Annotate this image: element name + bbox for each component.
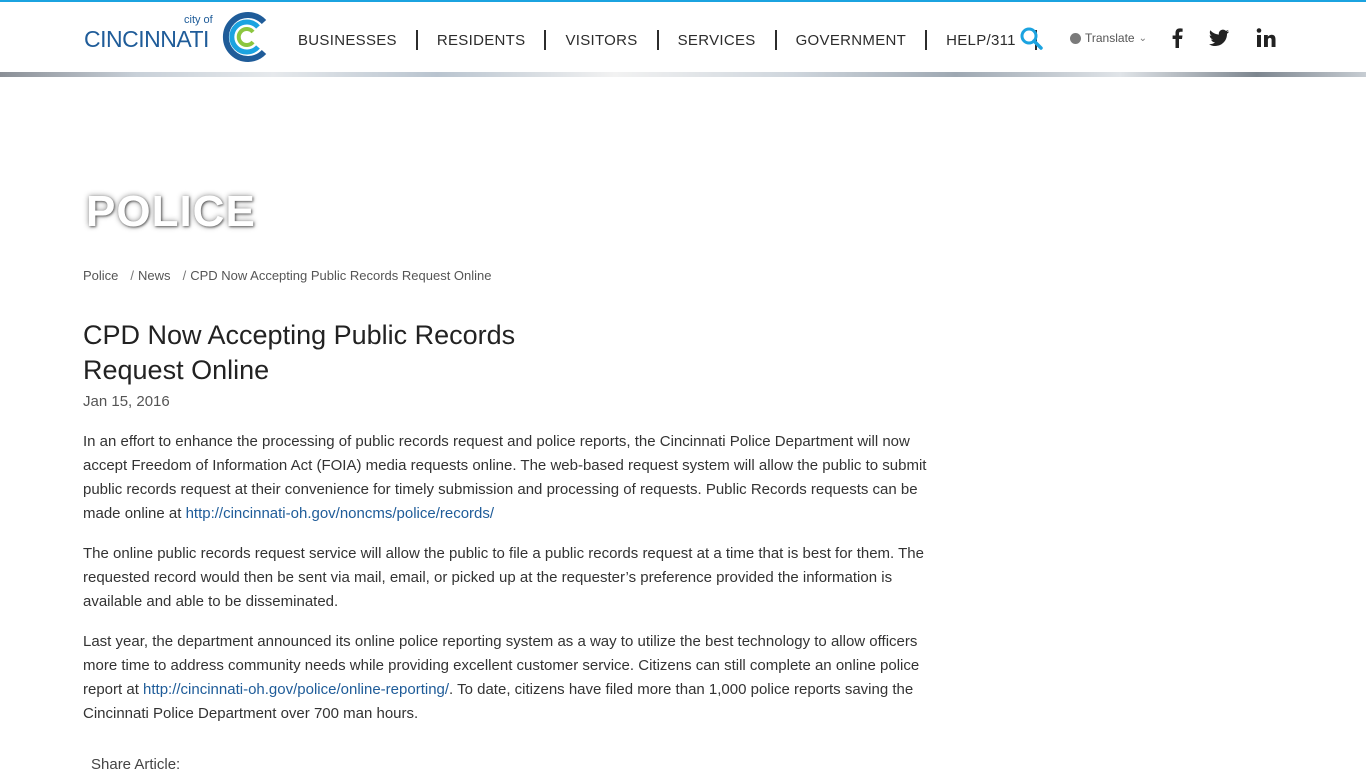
- nav-divider: [415, 30, 418, 50]
- nav-businesses[interactable]: BUSINESSES: [298, 32, 397, 49]
- facebook-icon[interactable]: [1166, 26, 1190, 50]
- main-nav: BUSINESSES RESIDENTS VISITORS SERVICES G…: [298, 28, 1056, 52]
- globe-icon: [1070, 32, 1081, 44]
- search-icon[interactable]: [1019, 26, 1043, 50]
- translate-label: Translate: [1085, 31, 1135, 45]
- article-date: Jan 15, 2016: [83, 393, 170, 410]
- linkedin-icon[interactable]: [1254, 26, 1278, 50]
- page-title: POLICE: [86, 187, 256, 237]
- records-link[interactable]: http://cincinnati-oh.gov/noncms/police/r…: [186, 505, 495, 522]
- nav-residents[interactable]: RESIDENTS: [437, 32, 526, 49]
- breadcrumb: Police / News / CPD Now Accepting Public…: [83, 268, 492, 283]
- nav-help-311[interactable]: HELP/311: [946, 32, 1016, 49]
- nav-visitors[interactable]: VISITORS: [565, 32, 637, 49]
- nav-government[interactable]: GOVERNMENT: [796, 32, 907, 49]
- logo-c-icon: [222, 12, 267, 62]
- translate-dropdown[interactable]: Translate ⌄: [1070, 31, 1147, 45]
- chevron-down-icon: ⌄: [1138, 32, 1147, 44]
- breadcrumb-news[interactable]: News: [138, 268, 171, 283]
- logo-wordmark: CINCINNATI: [84, 26, 209, 52]
- online-reporting-link[interactable]: http://cincinnati-oh.gov/police/online-r…: [143, 681, 449, 698]
- breadcrumb-police[interactable]: Police: [83, 268, 118, 283]
- nav-divider: [656, 30, 659, 50]
- site-header: city of CINCINNATI BUSINESSES RESIDENTS …: [0, 2, 1366, 73]
- nav-services[interactable]: SERVICES: [678, 32, 756, 49]
- breadcrumb-current: CPD Now Accepting Public Records Request…: [190, 268, 492, 283]
- hero-banner-image: [0, 72, 1366, 77]
- twitter-icon[interactable]: [1207, 26, 1231, 50]
- article-paragraph-3: Last year, the department announced its …: [83, 630, 933, 726]
- breadcrumb-separator: /: [130, 268, 135, 283]
- article-title: CPD Now Accepting Public Records Request…: [83, 320, 516, 385]
- nav-divider: [774, 30, 777, 50]
- nav-divider: [544, 30, 547, 50]
- share-article-label: Share Article:: [91, 756, 181, 773]
- article-paragraph-1: In an effort to enhance the processing o…: [83, 430, 933, 526]
- article-paragraph-2: The online public records request servic…: [83, 545, 924, 610]
- breadcrumb-separator: /: [182, 268, 187, 283]
- nav-divider: [925, 30, 928, 50]
- city-logo[interactable]: city of CINCINNATI: [84, 12, 274, 68]
- logo-city-of: city of: [184, 14, 213, 26]
